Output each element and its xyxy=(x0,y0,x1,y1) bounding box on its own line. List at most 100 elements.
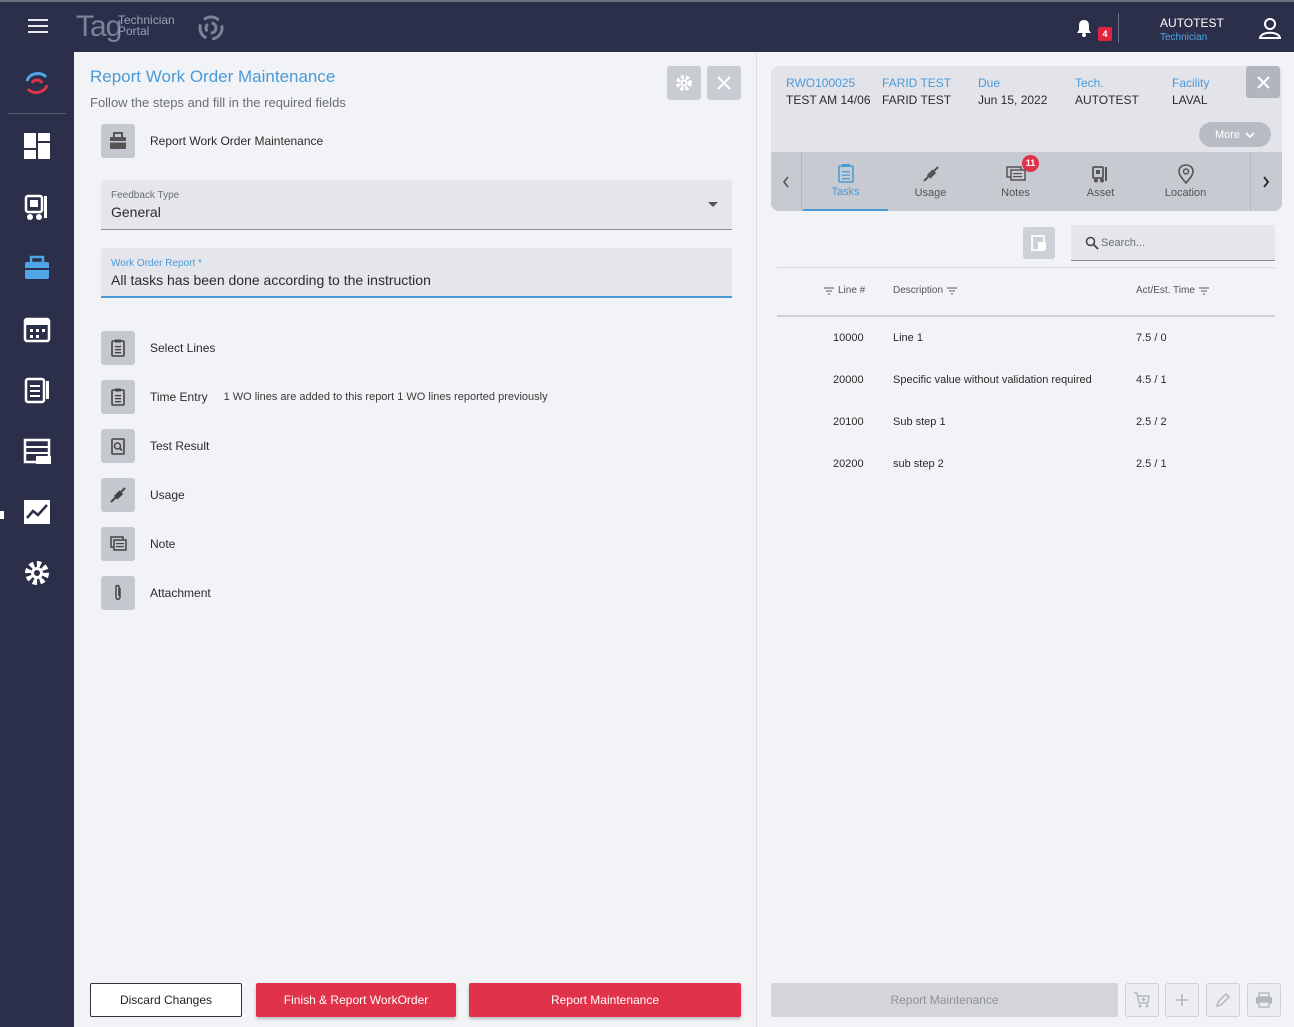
sidebar-item-fleet[interactable] xyxy=(18,188,56,226)
cell-line: 20100 xyxy=(833,416,864,428)
cart-button[interactable] xyxy=(1125,983,1159,1017)
report-maintenance-disabled-button[interactable]: Report Maintenance xyxy=(771,983,1118,1017)
close-detail-button[interactable] xyxy=(1246,66,1280,98)
feedback-type-value: General xyxy=(111,204,161,220)
wo-id-col: RWO100025 TEST AM 14/06 xyxy=(786,76,871,107)
forklift-icon xyxy=(24,194,47,220)
copy-icon xyxy=(1031,235,1046,251)
finish-report-workorder-button[interactable]: Finish & Report WorkOrder xyxy=(256,983,456,1017)
print-button[interactable] xyxy=(1247,983,1281,1017)
clipboard-icon xyxy=(837,164,854,183)
tabs-prev-button[interactable] xyxy=(771,152,802,211)
step-select-lines[interactable]: Select Lines xyxy=(101,331,215,365)
table-row[interactable]: 20000 Specific value without validation … xyxy=(777,374,1275,416)
wo-due-col: Due Jun 15, 2022 xyxy=(978,76,1047,107)
edit-button[interactable] xyxy=(1206,983,1240,1017)
report-maintenance-button[interactable]: Report Maintenance xyxy=(469,983,741,1017)
tab-tasks[interactable]: Tasks xyxy=(803,152,888,211)
wo-due-label: Due xyxy=(978,76,1001,90)
cell-description: Specific value without validation requir… xyxy=(893,374,1092,386)
tabs-next-button[interactable] xyxy=(1250,152,1281,211)
filter-icon xyxy=(1198,286,1209,295)
step-label: Note xyxy=(150,537,176,551)
step-test-result[interactable]: Test Result xyxy=(101,429,209,463)
close-icon xyxy=(1256,75,1270,89)
tab-asset[interactable]: Asset xyxy=(1058,152,1143,211)
wo-due-value: Jun 15, 2022 xyxy=(978,93,1048,107)
wo-facility-col: Facility LAVAL xyxy=(1172,76,1209,107)
wo-id: RWO100025 xyxy=(786,76,856,90)
logo-swirl-icon xyxy=(198,15,224,41)
sidebar-item-home[interactable] xyxy=(18,64,56,102)
table-row[interactable]: 20100 Sub step 1 2.5 / 2 xyxy=(777,416,1275,458)
tab-usage[interactable]: Usage xyxy=(888,152,973,211)
tab-notes[interactable]: Notes 11 xyxy=(973,152,1058,211)
search-field[interactable] xyxy=(1071,225,1275,261)
sidebar-item-dashboard[interactable] xyxy=(18,127,56,165)
checklist-icon xyxy=(24,377,49,404)
work-order-report-field[interactable]: Work Order Report * xyxy=(101,248,732,298)
step-label: Test Result xyxy=(150,439,210,453)
sidebar-item-reports[interactable] xyxy=(18,432,56,470)
wo-id-value: TEST AM 14/06 xyxy=(786,93,871,107)
header-divider xyxy=(777,315,1275,317)
report-form-panel: Report Work Order Maintenance Follow the… xyxy=(74,52,757,1027)
sidebar-active-marker xyxy=(0,511,4,519)
form-header: Report Work Order Maintenance xyxy=(101,124,323,158)
cell-time: 4.5 / 1 xyxy=(1136,374,1167,386)
sidebar-item-settings[interactable] xyxy=(18,554,56,592)
column-header-description[interactable]: Description xyxy=(893,285,958,296)
cell-time: 2.5 / 1 xyxy=(1136,458,1167,470)
sidebar-item-analytics[interactable] xyxy=(18,493,56,531)
table-row[interactable]: 10000 Line 1 7.5 / 0 xyxy=(777,332,1275,374)
discard-changes-button[interactable]: Discard Changes xyxy=(90,983,242,1017)
search-input[interactable] xyxy=(1101,237,1261,249)
step-usage[interactable]: Usage xyxy=(101,478,185,512)
bell-icon[interactable] xyxy=(1074,18,1094,38)
filter-icon xyxy=(947,286,958,295)
column-header-time[interactable]: Act/Est. Time xyxy=(1136,285,1209,296)
step-label: Attachment xyxy=(150,586,211,600)
tab-location[interactable]: Location xyxy=(1143,152,1228,211)
notification-badge: 4 xyxy=(1098,27,1112,41)
step-label: Time Entry xyxy=(150,390,208,404)
chevron-right-icon xyxy=(1263,175,1270,188)
search-icon xyxy=(1085,236,1099,250)
logo-line-2: Portal xyxy=(118,24,150,38)
chevron-left-icon xyxy=(782,176,789,187)
wo-tech-col: Tech. AUTOTEST xyxy=(1075,76,1139,107)
forklift-icon xyxy=(1091,166,1107,183)
close-button[interactable] xyxy=(707,66,741,100)
spark-plug-icon xyxy=(101,478,135,512)
sidebar xyxy=(0,52,74,1027)
step-attachment[interactable]: Attachment xyxy=(101,576,211,610)
divider xyxy=(777,267,1275,268)
step-label: Usage xyxy=(150,488,185,502)
tab-label: Location xyxy=(1164,187,1207,199)
work-order-report-input[interactable] xyxy=(111,272,711,288)
sidebar-item-work-orders[interactable] xyxy=(18,249,56,287)
notes-count-badge: 11 xyxy=(1022,155,1039,172)
settings-button[interactable] xyxy=(667,66,701,100)
sidebar-item-calendar[interactable] xyxy=(18,310,56,348)
toolbox-icon xyxy=(25,255,49,279)
add-button[interactable] xyxy=(1165,983,1199,1017)
swirl-logo-icon xyxy=(25,72,49,94)
cell-time: 2.5 / 2 xyxy=(1136,416,1167,428)
work-order-card: RWO100025 TEST AM 14/06 FARID TEST FARID… xyxy=(771,66,1282,211)
sidebar-item-checklist[interactable] xyxy=(18,371,56,409)
gear-icon xyxy=(676,75,692,91)
column-header-line[interactable]: Line # xyxy=(824,285,865,296)
chevron-down-icon xyxy=(708,202,718,207)
step-note[interactable]: Note xyxy=(101,527,175,561)
menu-icon[interactable] xyxy=(28,19,48,35)
page-subtitle: Follow the steps and fill in the require… xyxy=(90,95,346,110)
wo-facility-value: LAVAL xyxy=(1172,93,1208,107)
step-time-entry[interactable]: Time Entry 1 WO lines are added to this … xyxy=(101,380,548,414)
more-button[interactable]: More xyxy=(1199,122,1271,147)
table-row[interactable]: 20200 sub step 2 2.5 / 1 xyxy=(777,458,1275,500)
note-icon xyxy=(101,527,135,561)
copy-view-button[interactable] xyxy=(1023,227,1055,259)
feedback-type-select[interactable]: Feedback Type General xyxy=(101,180,732,230)
user-icon[interactable] xyxy=(1258,16,1282,40)
